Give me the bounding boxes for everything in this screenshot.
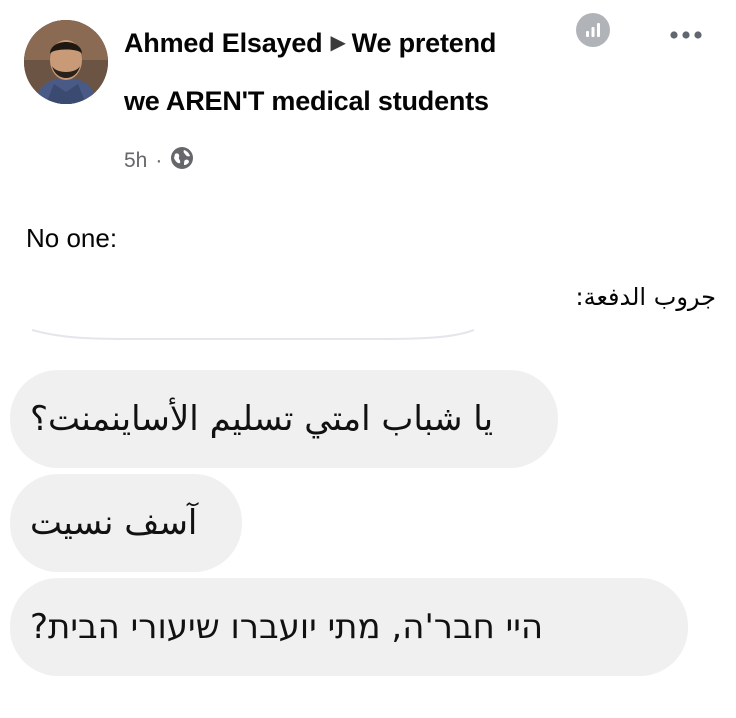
meta-separator: · (155, 149, 163, 172)
post-text-line2: جروب الدفعة: (575, 283, 716, 311)
group-name-part2[interactable]: we AREN'T medical students (124, 86, 489, 116)
post-header-line1: Ahmed Elsayed ▶ We pretend (124, 28, 496, 59)
group-name-part1[interactable]: We pretend (352, 28, 497, 58)
author-avatar[interactable] (24, 20, 108, 104)
chat-message-text: آسف نسيت (30, 503, 198, 543)
more-horizontal-icon[interactable] (664, 20, 708, 50)
chat-bubble: היי חבר'ה, מתי יועברו שיעורי הבית? (10, 578, 688, 676)
chat-message-text: يا شباب امتي تسليم الأساينمنت؟ (30, 399, 494, 439)
globe-icon (170, 146, 194, 176)
chat-bubble: آسف نسيت (10, 474, 242, 572)
chat-message-text: היי חבר'ה, מתי יועברו שיעורי הבית? (30, 607, 544, 647)
post-meta: 5h · (124, 146, 194, 176)
post-text-line1: No one: (26, 223, 118, 253)
triangle-right-icon: ▶ (330, 32, 346, 54)
chat-bubble: يا شباب امتي تسليم الأساينمنت؟ (10, 370, 558, 468)
bar-chart-icon[interactable] (576, 13, 610, 47)
author-name[interactable]: Ahmed Elsayed (124, 28, 323, 58)
post-timestamp[interactable]: 5h (124, 149, 147, 173)
divider-curve (31, 329, 475, 340)
post-header-line2: we AREN'T medical students (124, 86, 489, 117)
